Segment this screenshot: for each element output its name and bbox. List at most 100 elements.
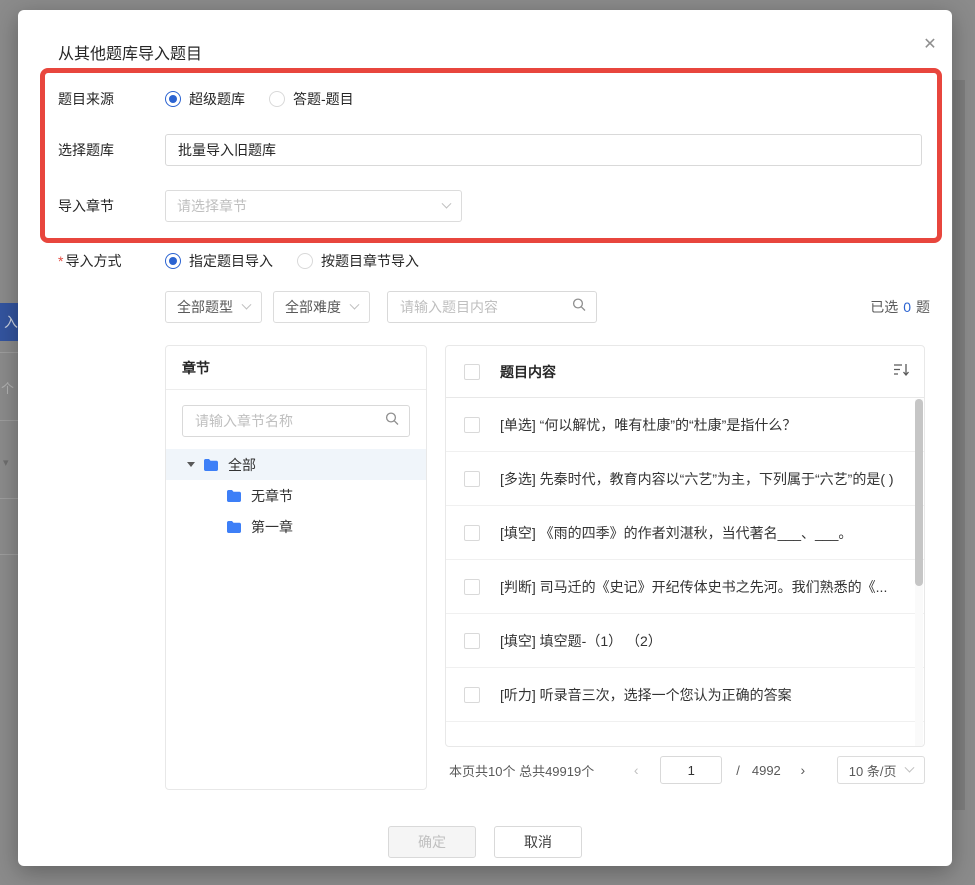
question-text: [单选] “何以解忧，唯有杜康”的“杜康”是指什么？ (500, 415, 898, 435)
question-row[interactable]: [判断] 司马迁的《史记》开纪传体史书之先河。我们熟悉的《... (446, 560, 924, 614)
dialog-title: 从其他题库导入题目 (58, 40, 202, 64)
background-text-fragment: 个 (1, 378, 14, 397)
prev-page-button[interactable]: ‹ (626, 762, 646, 778)
question-row[interactable]: [多选] 先秦时代，教育内容以“六艺”为主，下列属于“六艺”的是( ) (446, 452, 924, 506)
question-content-header: 题目内容 (500, 362, 893, 382)
chapter-panel: 章节 全部 无章节 (165, 345, 427, 790)
chapter-search-input[interactable] (182, 405, 410, 437)
cancel-button[interactable]: 取消 (494, 826, 582, 858)
background-line (0, 498, 18, 499)
bank-name-input[interactable] (165, 134, 922, 166)
scrollbar-thumb[interactable] (915, 399, 923, 586)
select-bank-label: 选择题库 (58, 140, 165, 160)
background-line (0, 420, 18, 421)
difficulty-select[interactable]: 全部难度 (273, 291, 370, 323)
import-method-label: *导入方式 (58, 251, 165, 271)
total-pages: 4992 (752, 763, 781, 778)
close-icon: ✕ (923, 34, 936, 54)
confirm-button[interactable]: 确定 (388, 826, 476, 858)
row-checkbox[interactable] (464, 525, 480, 541)
chapter-select[interactable]: 请选择章节 (165, 190, 462, 222)
next-page-button[interactable]: › (793, 762, 813, 778)
import-method-label-text: 导入方式 (65, 253, 121, 269)
page-size-value: 10 条/页 (849, 761, 897, 780)
question-row[interactable]: [填空] 《雨的四季》的作者刘湛秋，当代著名___、___。 (446, 506, 924, 560)
radio-unselected-icon (269, 91, 285, 107)
selected-count: 已选 0 题 (870, 291, 930, 323)
row-checkbox[interactable] (464, 579, 480, 595)
import-questions-dialog: 从其他题库导入题目 ✕ 题目来源 超级题库 答题-题目 选择题库 (18, 10, 952, 866)
question-row[interactable]: [单选] “何以解忧，唯有杜康”的“杜康”是指什么？ (446, 398, 924, 452)
radio-answer-question[interactable]: 答题-题目 (269, 89, 354, 109)
question-type-select[interactable]: 全部题型 (165, 291, 262, 323)
row-checkbox[interactable] (464, 417, 480, 433)
question-table-header: 题目内容 (446, 346, 924, 398)
page-size-select[interactable]: 10 条/页 (837, 756, 925, 784)
tree-item-all[interactable]: 全部 (166, 449, 426, 480)
radio-selected-icon (165, 91, 181, 107)
table-scrollbar (915, 399, 923, 747)
pagination-summary: 本页共10个 总共49919个 (449, 761, 594, 780)
background-scrollbar-strip (953, 80, 965, 810)
question-search (387, 291, 597, 323)
radio-label: 按题目章节导入 (321, 251, 419, 271)
tree-item-label: 全部 (228, 455, 256, 475)
import-method-row: *导入方式 指定题目导入 按题目章节导入 (58, 245, 419, 277)
screen: 入 个 ▾ 从其他题库导入题目 ✕ 题目来源 超级题库 答题-题目 (0, 0, 975, 885)
chapter-select-placeholder: 请选择章节 (177, 196, 247, 216)
question-source-radio-group: 超级题库 答题-题目 (165, 89, 354, 109)
search-icon (385, 412, 399, 431)
chevron-down-icon (442, 198, 452, 208)
import-chapter-row: 导入章节 请选择章节 (58, 190, 462, 222)
import-chapter-label: 导入章节 (58, 196, 165, 216)
pagination: 本页共10个 总共49919个 ‹ / 4992 › 10 条/页 (449, 755, 925, 785)
question-type-value: 全部题型 (177, 297, 233, 317)
caret-down-icon[interactable] (187, 462, 195, 467)
background-line (0, 554, 18, 555)
selected-suffix: 题 (916, 297, 930, 317)
radio-label: 超级题库 (189, 89, 245, 109)
select-bank-row: 选择题库 (58, 134, 922, 166)
question-source-row: 题目来源 超级题库 答题-题目 (58, 83, 354, 115)
question-text: [多选] 先秦时代，教育内容以“六艺”为主，下列属于“六艺”的是( ) (500, 469, 898, 489)
radio-super-question-bank[interactable]: 超级题库 (165, 89, 245, 109)
chapter-panel-title: 章节 (166, 346, 426, 390)
selected-prefix: 已选 (870, 297, 898, 317)
question-row[interactable]: [填空] 填空题-（1） （2） (446, 614, 924, 668)
row-checkbox[interactable] (464, 471, 480, 487)
chevron-down-icon (904, 762, 914, 772)
chevron-down-icon (242, 299, 252, 309)
question-text: [听力] 听录音三次，选择一个您认为正确的答案 (500, 685, 898, 705)
select-all-checkbox[interactable] (464, 364, 480, 380)
selected-number: 0 (903, 299, 911, 315)
background-caret-fragment: ▾ (3, 456, 9, 469)
page-input[interactable] (660, 756, 722, 784)
folder-icon (203, 458, 219, 472)
question-source-label: 题目来源 (58, 89, 165, 109)
tree-item-no-chapter[interactable]: 无章节 (166, 480, 426, 511)
tree-item-label: 第一章 (251, 517, 293, 537)
question-search-input[interactable] (387, 291, 597, 323)
radio-specified-questions[interactable]: 指定题目导入 (165, 251, 273, 271)
search-icon (572, 298, 586, 317)
folder-icon (226, 520, 242, 534)
radio-label: 指定题目导入 (189, 251, 273, 271)
folder-icon (226, 489, 242, 503)
filter-row: 全部题型 全部难度 (165, 291, 597, 323)
difficulty-value: 全部难度 (285, 297, 341, 317)
question-table: 题目内容 [单选] “何以解忧，唯有杜康”的“杜康”是指什么？ [多选] 先秦时… (445, 345, 925, 747)
chevron-down-icon (350, 299, 360, 309)
radio-unselected-icon (297, 253, 313, 269)
row-checkbox[interactable] (464, 633, 480, 649)
background-line (0, 352, 18, 353)
radio-selected-icon (165, 253, 181, 269)
required-mark: * (58, 253, 63, 269)
close-button[interactable]: ✕ (918, 32, 942, 56)
question-row[interactable]: [听力] 听录音三次，选择一个您认为正确的答案 (446, 668, 924, 722)
tree-item-label: 无章节 (251, 486, 293, 506)
tree-item-chapter-one[interactable]: 第一章 (166, 511, 426, 542)
sort-icon[interactable] (893, 362, 910, 382)
radio-label: 答题-题目 (293, 89, 354, 109)
radio-by-chapter[interactable]: 按题目章节导入 (297, 251, 419, 271)
row-checkbox[interactable] (464, 687, 480, 703)
